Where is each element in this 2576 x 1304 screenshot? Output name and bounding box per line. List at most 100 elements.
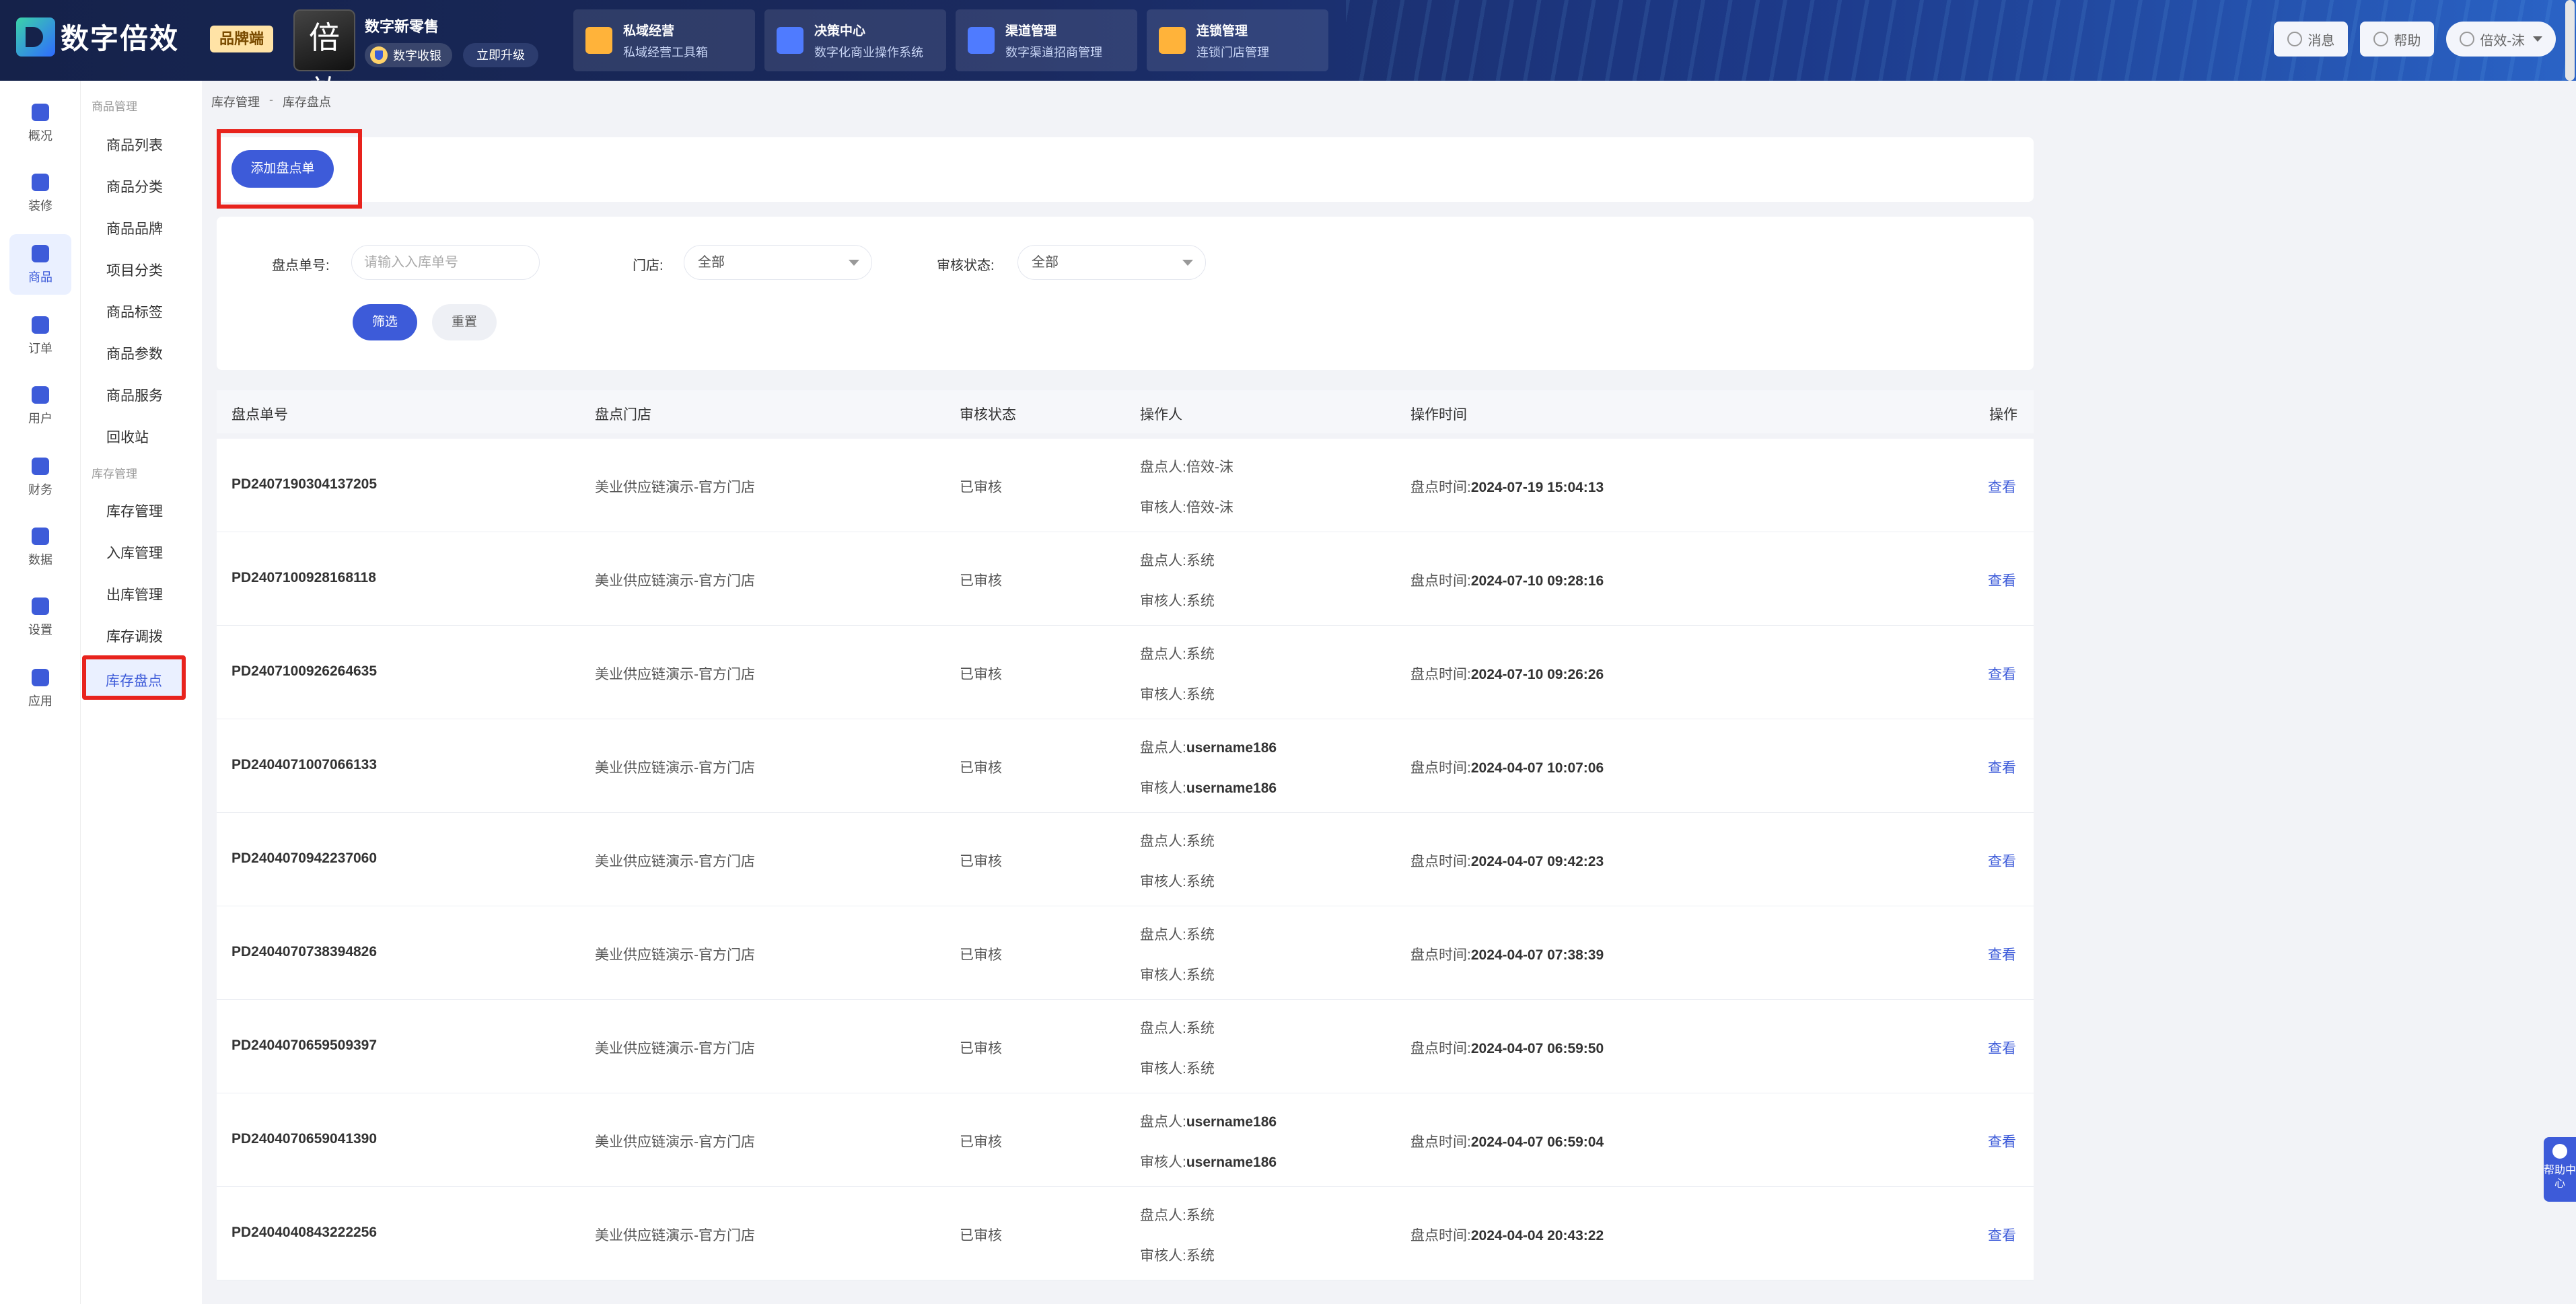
rail-item-label: 设置: [28, 623, 52, 637]
logo-icon: [16, 17, 55, 57]
counter-prefix: 盘点人:: [1140, 834, 1186, 849]
help-center-button[interactable]: 帮助中心: [2544, 1137, 2576, 1202]
store-select[interactable]: 全部: [684, 245, 872, 280]
store-name: 美业供应链演示-官方门店: [595, 947, 755, 963]
auditor-prefix: 审核人:: [1140, 1248, 1186, 1264]
audit-status: 已审核: [960, 1134, 1002, 1150]
auditor-name: 系统: [1186, 593, 1215, 609]
auditor-prefix: 审核人:: [1140, 593, 1186, 609]
subnav-item[interactable]: 商品标签: [106, 301, 163, 322]
subnav-item[interactable]: 商品参数: [106, 343, 163, 363]
module-1[interactable]: 决策中心 数字化商业操作系统: [764, 9, 946, 71]
module-2[interactable]: 渠道管理 数字渠道招商管理: [956, 9, 1137, 71]
rail-item-2[interactable]: 商品: [9, 234, 71, 295]
store-name: 美业供应链演示-官方门店: [595, 480, 755, 495]
order-number[interactable]: PD2407100928168118: [231, 570, 376, 586]
view-link[interactable]: 查看: [1988, 757, 2016, 777]
subnav-item[interactable]: 库存管理: [106, 501, 163, 521]
rail-item-7[interactable]: 设置: [9, 587, 71, 647]
pay-badge[interactable]: 数字收银: [365, 43, 452, 67]
store-name: 美业供应链演示-官方门店: [595, 854, 755, 869]
order-number[interactable]: PD2407100926264635: [231, 663, 377, 680]
table-header: 盘点单号 盘点门店 审核状态 操作人 操作时间 操作: [217, 390, 2034, 433]
order-number[interactable]: PD2404070659041390: [231, 1131, 377, 1147]
help-button[interactable]: 帮助: [2360, 22, 2435, 57]
auditor-name: 系统: [1186, 874, 1215, 890]
count-time: 盘点时间:2024-07-19 15:04:13: [1410, 476, 1604, 497]
auditor-person: 审核人:系统: [1140, 1058, 1215, 1078]
view-link[interactable]: 查看: [1988, 850, 2016, 871]
order-number[interactable]: PD2404070738394826: [231, 944, 377, 960]
time-value: 2024-04-07 06:59:50: [1470, 1041, 1604, 1056]
subnav-item[interactable]: 商品品牌: [106, 218, 163, 238]
rail-item-4[interactable]: 用户: [9, 375, 71, 436]
order-number[interactable]: PD2404071007066133: [231, 757, 377, 773]
module-0[interactable]: 私域经营 私域经营工具箱: [573, 9, 755, 71]
filter-button[interactable]: 筛选: [353, 304, 417, 340]
col-audit-status: 审核状态: [960, 407, 1016, 423]
subnav-item[interactable]: 项目分类: [106, 260, 163, 280]
message-button[interactable]: 消息: [2274, 22, 2349, 57]
auditor-person: 审核人:系统: [1140, 871, 1215, 891]
time-prefix: 盘点时间:: [1410, 760, 1471, 776]
view-link[interactable]: 查看: [1988, 663, 2016, 684]
chevron-down-icon: [1182, 260, 1193, 266]
order-number-input[interactable]: 请输入入库单号: [351, 245, 540, 280]
page-scrollbar[interactable]: [2565, 0, 2575, 81]
view-link[interactable]: 查看: [1988, 476, 2016, 497]
retail-name: 数字新零售: [365, 18, 439, 35]
view-link[interactable]: 查看: [1988, 1038, 2016, 1058]
rail-item-5[interactable]: 财务: [9, 447, 71, 507]
rail-item-6[interactable]: 数据: [9, 517, 71, 577]
subnav-item[interactable]: 回收站: [106, 427, 149, 447]
breadcrumb-parent[interactable]: 库存管理: [211, 93, 260, 110]
user-menu[interactable]: 倍效-沫: [2446, 22, 2556, 57]
rail-item-0[interactable]: 概况: [9, 93, 71, 153]
store-name: 美业供应链演示-官方门店: [595, 1134, 755, 1150]
audit-status-value: 全部: [1032, 255, 1059, 270]
auditor-name: username186: [1186, 1155, 1277, 1170]
counter-person: 盘点人:系统: [1140, 830, 1215, 850]
module-3[interactable]: 连锁管理 连锁门店管理: [1147, 9, 1328, 71]
subnav-item[interactable]: 商品分类: [106, 176, 163, 196]
logo-text: 数字倍效: [61, 23, 180, 55]
audit-status: 已审核: [960, 573, 1002, 589]
view-link[interactable]: 查看: [1988, 1131, 2016, 1151]
view-link[interactable]: 查看: [1988, 1225, 2016, 1245]
header-actions: 消息 帮助 倍效-沫: [2262, 22, 2556, 57]
subnav-item-inventory-count[interactable]: 库存盘点: [82, 655, 186, 700]
table-row: PD2407100928168118 美业供应链演示-官方门店 已审核 盘点人:系统审…: [217, 532, 2034, 626]
order-number[interactable]: PD2407190304137205: [231, 476, 377, 493]
help-label: 帮助: [2394, 33, 2421, 48]
subnav-item[interactable]: 商品服务: [106, 385, 163, 405]
subnav-item[interactable]: 库存调拨: [106, 626, 163, 646]
order-number[interactable]: PD2404070659509397: [231, 1038, 377, 1054]
store-avatar[interactable]: 倍效: [293, 9, 355, 81]
counter-name: username186: [1186, 1114, 1277, 1130]
order-number[interactable]: PD2404040843222256: [231, 1225, 377, 1241]
subnav-item[interactable]: 入库管理: [106, 542, 163, 563]
audit-status-select[interactable]: 全部: [1017, 245, 1206, 280]
subnav-group-inventory: 库存管理: [92, 468, 137, 480]
subnav-item[interactable]: 商品列表: [106, 135, 163, 155]
rail-item-3[interactable]: 订单: [9, 305, 71, 366]
view-link[interactable]: 查看: [1988, 570, 2016, 590]
auditor-prefix: 审核人:: [1140, 874, 1186, 890]
time-prefix: 盘点时间:: [1410, 480, 1471, 495]
add-count-button[interactable]: 添加盘点单: [231, 150, 334, 188]
view-link[interactable]: 查看: [1988, 944, 2016, 964]
counter-prefix: 盘点人:: [1140, 1208, 1186, 1223]
rail-item-1[interactable]: 装修: [9, 163, 71, 223]
audit-status: 已审核: [960, 1228, 1002, 1243]
reset-button[interactable]: 重置: [432, 304, 497, 340]
order-number[interactable]: PD2404070942237060: [231, 850, 377, 867]
count-time: 盘点时间:2024-07-10 09:26:26: [1410, 663, 1604, 684]
goods-icon: [32, 245, 49, 262]
store-select-value: 全部: [698, 255, 725, 270]
rail-item-8[interactable]: 应用: [9, 658, 71, 719]
app-logo[interactable]: 数字倍效: [16, 16, 179, 57]
subnav-item[interactable]: 出库管理: [106, 584, 163, 604]
module-text: 决策中心 数字化商业操作系统: [814, 21, 923, 61]
module-title: 连锁管理: [1196, 24, 1248, 38]
upgrade-button[interactable]: 立即升级: [463, 43, 538, 67]
